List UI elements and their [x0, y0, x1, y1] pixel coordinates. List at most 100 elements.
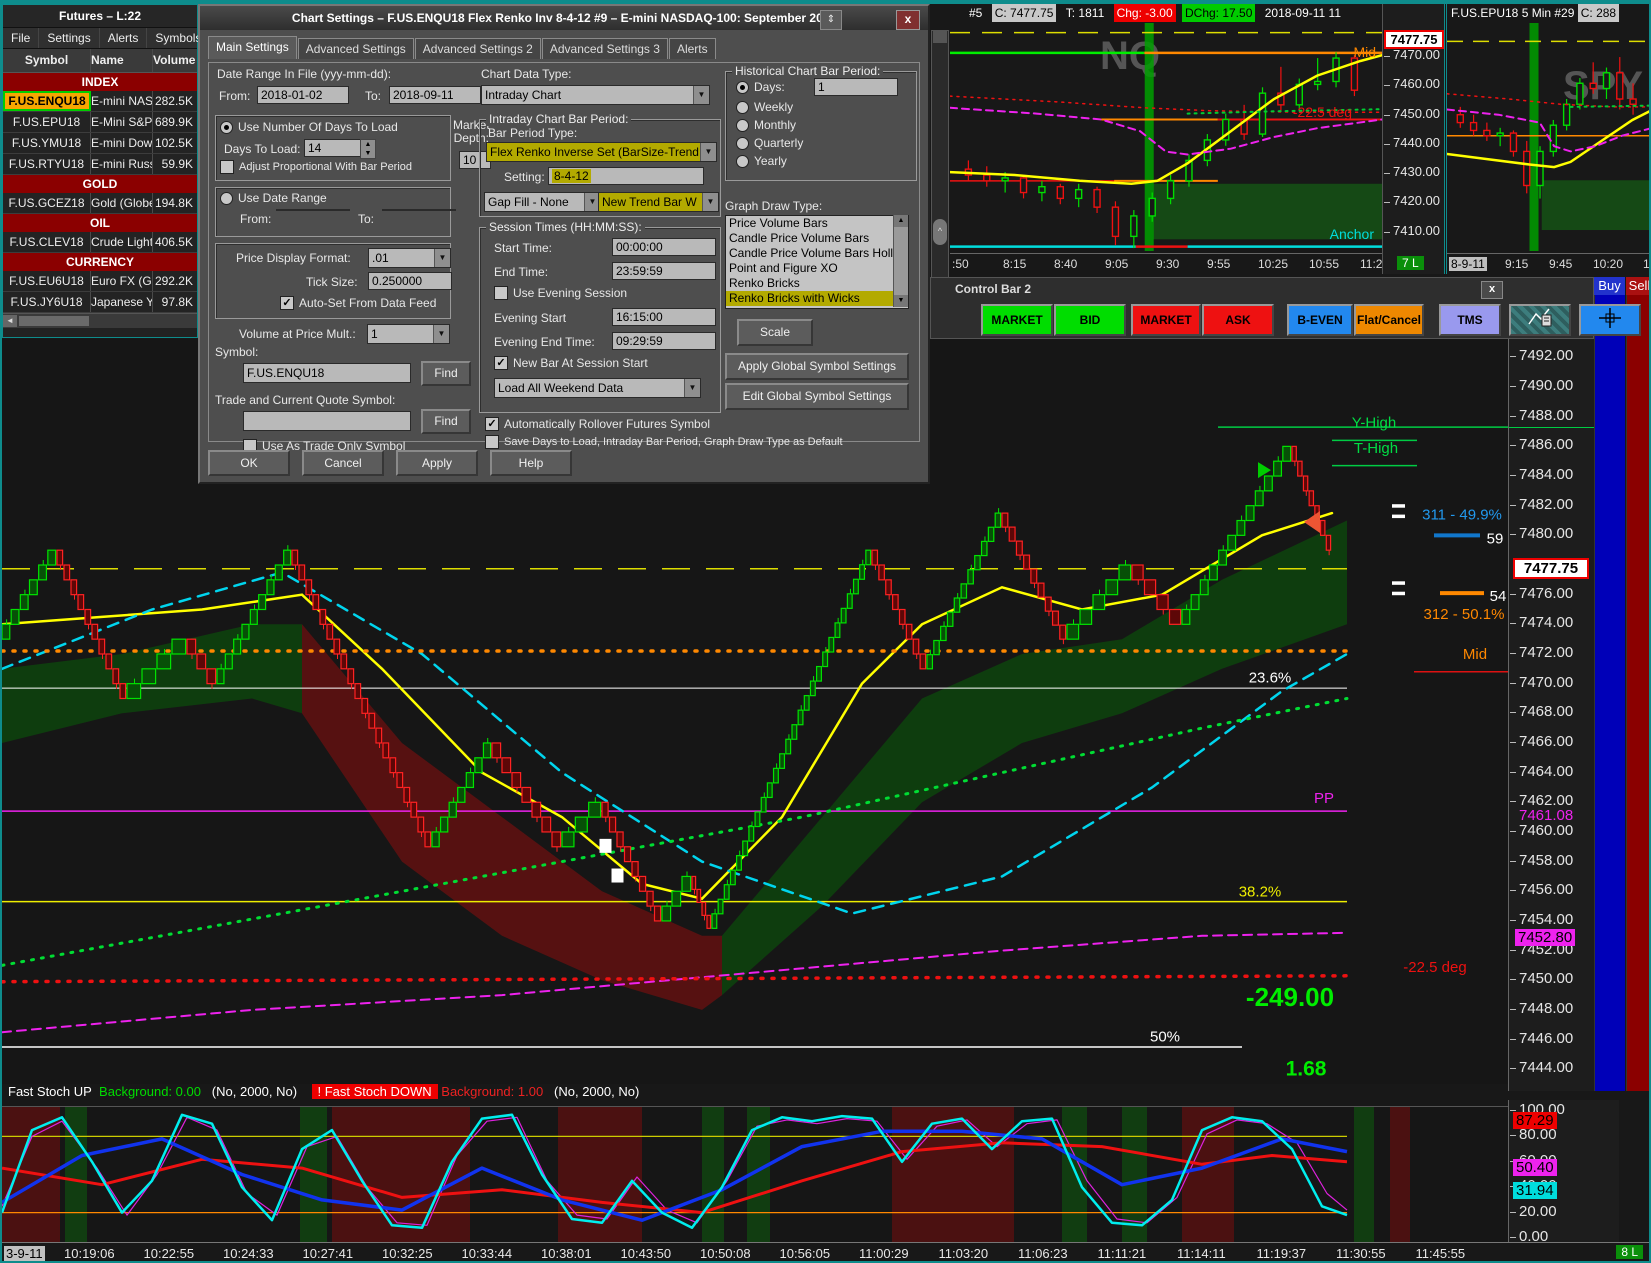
end-time-input[interactable]: 23:59:59 [612, 262, 716, 280]
nq-mini-chart[interactable]: #5 C: 7477.75 T: 1811 Chg: -3.00 DChg: 1… [950, 4, 1389, 274]
tab-alerts[interactable]: Alerts [668, 38, 716, 59]
tab-advanced-settings[interactable]: Advanced Settings [297, 38, 414, 59]
tab-advanced-settings-2[interactable]: Advanced Settings 2 [414, 38, 541, 59]
column-header-symbol[interactable]: Symbol [3, 49, 91, 72]
watchlist-row[interactable]: F.US.RTYU18 E-mini Russ 59.9K [3, 154, 197, 175]
menu-file[interactable]: File [3, 28, 40, 48]
chart-data-type-select[interactable]: Intraday Chart ▼ [481, 85, 710, 105]
scroll-left-icon[interactable]: ◄ [3, 315, 17, 327]
watchlist-row[interactable]: F.US.EU6U18Euro FX (Glo292.2K [3, 271, 197, 292]
ask-button[interactable]: ASK [1202, 304, 1274, 336]
listbox-item[interactable]: Candle Price Volume Bars Holl [726, 246, 908, 261]
start-time-input[interactable]: 00:00:00 [612, 238, 716, 256]
symbol-cell[interactable]: F.US.RTYU18 [3, 154, 91, 174]
dom-buy-column[interactable]: Buy [1594, 277, 1625, 1091]
new-bar-checkbox[interactable]: ✓ New Bar At Session Start [494, 356, 648, 370]
find-symbol-button[interactable]: Find [421, 361, 471, 386]
dialog-spinner-icon[interactable]: ⇕ [820, 10, 842, 30]
symbol-input[interactable]: F.US.ENQU18 [243, 363, 411, 383]
listbox-item[interactable]: Point and Figure XO [726, 261, 908, 276]
help-button[interactable]: Help [490, 450, 572, 476]
setting-input[interactable]: 8-4-12 [548, 167, 704, 185]
crosshair-button[interactable] [1579, 304, 1641, 336]
scrollbar-thumb[interactable]: ^ [933, 219, 947, 245]
symbol-cell[interactable]: F.US.ENQU18 [3, 91, 91, 111]
auto-rollover-checkbox[interactable]: ✓ Automatically Rollover Futures Symbol [485, 417, 710, 431]
watchlist-row[interactable]: F.US.ENQU18 E-mini NAS 282.5K [3, 91, 197, 112]
graph-draw-listbox[interactable]: Price Volume Bars Candle Price Volume Bar… [725, 215, 909, 309]
listbox-item[interactable]: Price Volume Bars [726, 216, 908, 231]
tick-size-input[interactable]: 0.250000 [368, 272, 452, 290]
stoch-panel[interactable] [2, 1106, 1508, 1242]
symbol-cell[interactable]: F.US.GCEZ18 [3, 193, 91, 213]
scroll-thumb[interactable] [19, 316, 89, 326]
column-header-name[interactable]: Name [91, 49, 153, 72]
dialog-close-icon[interactable]: x [896, 10, 920, 30]
range-from-input[interactable] [276, 209, 350, 211]
scale-button[interactable]: Scale [737, 319, 813, 346]
gap-fill-select[interactable]: Gap Fill - None ▼ [484, 192, 601, 212]
hist-days-input[interactable]: 1 [814, 78, 898, 96]
trade-symbol-input[interactable] [243, 411, 411, 431]
watchlist-row[interactable]: F.US.GCEZ18 Gold (Globe 194.8K [3, 193, 197, 214]
auto-set-checkbox[interactable]: ✓ Auto-Set From Data Feed [280, 296, 436, 310]
bid-button[interactable]: BID [1054, 304, 1126, 336]
market-button[interactable]: MARKET [1131, 304, 1201, 336]
apply-button[interactable]: Apply [396, 450, 478, 476]
range-to-input[interactable] [382, 209, 456, 211]
market-button[interactable]: MARKET [981, 304, 1053, 336]
tab-main-settings[interactable]: Main Settings [208, 36, 297, 59]
hist-yearly-radio[interactable]: Yearly [736, 154, 787, 168]
price-display-format-select[interactable]: .01 ▼ [368, 248, 451, 268]
hist-weekly-radio[interactable]: Weekly [736, 100, 793, 114]
menu-alerts[interactable]: Alerts [100, 28, 148, 48]
to-input[interactable]: 2018-09-11 [389, 86, 481, 104]
save-defaults-checkbox[interactable]: Save Days to Load, Intraday Bar Period, … [485, 435, 843, 449]
days-spinner[interactable]: ▲ ▼ [360, 139, 376, 159]
new-trend-select[interactable]: New Trend Bar W ▼ [598, 192, 719, 212]
use-evening-checkbox[interactable]: Use Evening Session [494, 286, 627, 300]
symbol-cell[interactable]: F.US.CLEV18 [3, 232, 91, 252]
listbox-scrollbar[interactable]: ▲ ▼ [893, 215, 908, 307]
watchlist-row[interactable]: F.US.EPU18 E-Mini S&P 689.9K [3, 112, 197, 133]
listbox-item[interactable]: Renko Bricks [726, 276, 908, 291]
evening-end-input[interactable]: 09:29:59 [612, 332, 716, 350]
menu-settings[interactable]: Settings [39, 28, 100, 48]
watchlist-hscrollbar[interactable]: ◄ [3, 313, 197, 328]
tab-advanced-settings-3[interactable]: Advanced Settings 3 [541, 38, 668, 59]
watchlist-row[interactable]: F.US.YMU18 E-mini Dow 102.5K [3, 133, 197, 154]
watchlist-row[interactable]: F.US.JY6U18 Japanese Ye 97.8K [3, 292, 197, 313]
evening-start-input[interactable]: 16:15:00 [612, 308, 716, 326]
apply-global-button[interactable]: Apply Global Symbol Settings [725, 353, 909, 380]
listbox-item[interactable]: Candle Price Volume Bars [726, 231, 908, 246]
hist-days-radio[interactable]: Days: [736, 80, 785, 94]
bar-period-type-select[interactable]: Flex Renko Inverse Set (BarSize-Trend ▼ [486, 142, 717, 162]
watchlist-column-headers[interactable]: Symbol Name Volume [3, 49, 197, 73]
tms-button[interactable]: TMS [1439, 304, 1501, 336]
nq-price-scale[interactable]: 7477.75 7470.00 7460.00 7450.00 7440.00 7430… [1382, 4, 1445, 274]
listbox-item[interactable]: Renko Bricks with Wicks [726, 291, 908, 306]
vap-select[interactable]: 1 ▼ [367, 324, 450, 344]
b-even-button[interactable]: B-EVEN [1287, 304, 1353, 336]
symbol-cell[interactable]: F.US.EU6U18 [3, 271, 91, 291]
symbol-cell[interactable]: F.US.EPU18 [3, 112, 91, 132]
stoch-scale[interactable]: 100.0080.0060.0040.0020.000.0087.2950.40… [1508, 1100, 1619, 1246]
column-header-volume[interactable]: Volume [153, 49, 195, 72]
main-price-scale[interactable]: 7492.00 7490.00 7488.00 7486.00 7484.00 7482.… [1508, 339, 1595, 1091]
use-date-range-radio[interactable]: Use Date Range [220, 191, 327, 205]
from-input[interactable]: 2018-01-02 [257, 86, 349, 104]
adjust-proportional-checkbox[interactable]: Adjust Proportional With Bar Period [220, 160, 412, 174]
edit-global-button[interactable]: Edit Global Symbol Settings [725, 383, 909, 410]
cancel-button[interactable]: Cancel [302, 450, 384, 476]
dom-sell-column[interactable]: Sell [1626, 277, 1649, 1091]
chart-calc-button[interactable] [1509, 304, 1571, 336]
spy-mini-chart[interactable]: F.US.EPU18 5 Min #29 C: 288 SPY 8-9-119:… [1444, 4, 1649, 274]
dialog-title[interactable]: Chart Settings – F.US.ENQU18 Flex Renko … [200, 6, 928, 30]
days-to-load-input[interactable]: 14 [304, 139, 366, 157]
watchlist-title[interactable]: Futures – L:22 [3, 5, 197, 27]
watchlist-row[interactable]: F.US.CLEV18 Crude Light 406.5K [3, 232, 197, 253]
hist-quarterly-radio[interactable]: Quarterly [736, 136, 803, 150]
find-trade-symbol-button[interactable]: Find [421, 409, 471, 434]
hist-monthly-radio[interactable]: Monthly [736, 118, 796, 132]
symbol-cell[interactable]: F.US.JY6U18 [3, 292, 91, 312]
